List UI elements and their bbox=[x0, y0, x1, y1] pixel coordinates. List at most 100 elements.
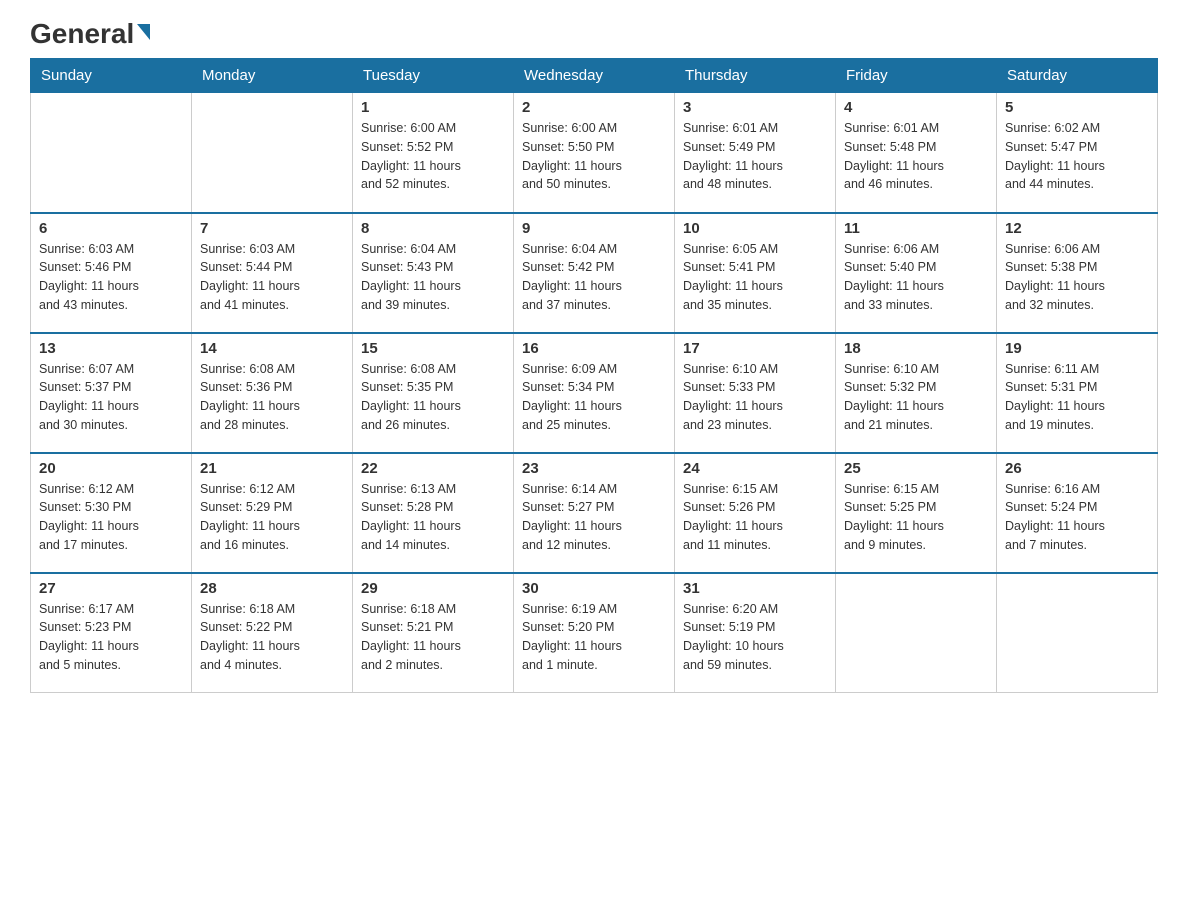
calendar-cell: 30 Sunrise: 6:19 AM Sunset: 5:20 PM Dayli… bbox=[514, 573, 675, 693]
calendar-cell: 15 Sunrise: 6:08 AM Sunset: 5:35 PM Dayli… bbox=[353, 333, 514, 453]
day-info: Sunrise: 6:08 AM Sunset: 5:35 PM Dayligh… bbox=[361, 360, 505, 435]
day-of-week-header: Monday bbox=[192, 59, 353, 93]
calendar-cell: 21 Sunrise: 6:12 AM Sunset: 5:29 PM Dayli… bbox=[192, 453, 353, 573]
calendar-cell: 19Sunrise: 6:11 AM Sunset: 5:31 PM Dayli… bbox=[997, 333, 1158, 453]
calendar-cell: 12 Sunrise: 6:06 AM Sunset: 5:38 PM Dayli… bbox=[997, 213, 1158, 333]
day-info: Sunrise: 6:13 AM Sunset: 5:28 PM Dayligh… bbox=[361, 480, 505, 555]
day-number: 15 bbox=[361, 340, 505, 357]
day-of-week-header: Thursday bbox=[675, 59, 836, 93]
day-number: 4 bbox=[844, 99, 988, 116]
calendar-cell: 5Sunrise: 6:02 AM Sunset: 5:47 PM Daylig… bbox=[997, 93, 1158, 213]
day-info: Sunrise: 6:18 AM Sunset: 5:21 PM Dayligh… bbox=[361, 600, 505, 675]
day-info: Sunrise: 6:01 AM Sunset: 5:48 PM Dayligh… bbox=[844, 119, 988, 194]
calendar-cell bbox=[997, 573, 1158, 693]
calendar-cell: 9 Sunrise: 6:04 AM Sunset: 5:42 PM Daylig… bbox=[514, 213, 675, 333]
calendar-cell: 7Sunrise: 6:03 AM Sunset: 5:44 PM Daylig… bbox=[192, 213, 353, 333]
calendar-cell: 27 Sunrise: 6:17 AM Sunset: 5:23 PM Dayli… bbox=[31, 573, 192, 693]
logo-line1: General bbox=[30, 20, 150, 48]
calendar-cell: 23 Sunrise: 6:14 AM Sunset: 5:27 PM Dayli… bbox=[514, 453, 675, 573]
calendar-header-row: SundayMondayTuesdayWednesdayThursdayFrid… bbox=[31, 59, 1158, 93]
calendar-cell: 14 Sunrise: 6:08 AM Sunset: 5:36 PM Dayli… bbox=[192, 333, 353, 453]
day-info: Sunrise: 6:06 AM Sunset: 5:38 PM Dayligh… bbox=[1005, 240, 1149, 315]
day-number: 3 bbox=[683, 99, 827, 116]
day-number: 17 bbox=[683, 340, 827, 357]
day-number: 24 bbox=[683, 460, 827, 477]
day-number: 8 bbox=[361, 220, 505, 237]
calendar-cell: 28 Sunrise: 6:18 AM Sunset: 5:22 PM Dayli… bbox=[192, 573, 353, 693]
day-info: Sunrise: 6:00 AM Sunset: 5:50 PM Dayligh… bbox=[522, 119, 666, 194]
day-number: 11 bbox=[844, 220, 988, 237]
calendar-cell bbox=[836, 573, 997, 693]
day-info: Sunrise: 6:10 AM Sunset: 5:32 PM Dayligh… bbox=[844, 360, 988, 435]
day-number: 20 bbox=[39, 460, 183, 477]
day-info: Sunrise: 6:00 AM Sunset: 5:52 PM Dayligh… bbox=[361, 119, 505, 194]
day-number: 23 bbox=[522, 460, 666, 477]
day-info: Sunrise: 6:10 AM Sunset: 5:33 PM Dayligh… bbox=[683, 360, 827, 435]
day-info: Sunrise: 6:07 AM Sunset: 5:37 PM Dayligh… bbox=[39, 360, 183, 435]
calendar-table: SundayMondayTuesdayWednesdayThursdayFrid… bbox=[30, 58, 1158, 693]
day-number: 12 bbox=[1005, 220, 1149, 237]
day-info: Sunrise: 6:17 AM Sunset: 5:23 PM Dayligh… bbox=[39, 600, 183, 675]
day-info: Sunrise: 6:11 AM Sunset: 5:31 PM Dayligh… bbox=[1005, 360, 1149, 435]
day-of-week-header: Wednesday bbox=[514, 59, 675, 93]
day-number: 16 bbox=[522, 340, 666, 357]
calendar-cell: 24 Sunrise: 6:15 AM Sunset: 5:26 PM Dayli… bbox=[675, 453, 836, 573]
day-info: Sunrise: 6:15 AM Sunset: 5:26 PM Dayligh… bbox=[683, 480, 827, 555]
calendar-cell: 20Sunrise: 6:12 AM Sunset: 5:30 PM Dayli… bbox=[31, 453, 192, 573]
calendar-cell: 31 Sunrise: 6:20 AM Sunset: 5:19 PM Dayli… bbox=[675, 573, 836, 693]
calendar-cell: 13 Sunrise: 6:07 AM Sunset: 5:37 PM Dayli… bbox=[31, 333, 192, 453]
page-header: General bbox=[30, 20, 1158, 48]
calendar-cell: 1 Sunrise: 6:00 AM Sunset: 5:52 PM Daylig… bbox=[353, 93, 514, 213]
day-of-week-header: Friday bbox=[836, 59, 997, 93]
logo: General bbox=[30, 20, 150, 48]
day-info: Sunrise: 6:14 AM Sunset: 5:27 PM Dayligh… bbox=[522, 480, 666, 555]
calendar-cell: 2 Sunrise: 6:00 AM Sunset: 5:50 PM Daylig… bbox=[514, 93, 675, 213]
calendar-cell: 22 Sunrise: 6:13 AM Sunset: 5:28 PM Dayli… bbox=[353, 453, 514, 573]
day-number: 30 bbox=[522, 580, 666, 597]
day-number: 2 bbox=[522, 99, 666, 116]
day-info: Sunrise: 6:09 AM Sunset: 5:34 PM Dayligh… bbox=[522, 360, 666, 435]
day-number: 25 bbox=[844, 460, 988, 477]
calendar-week-row: 27 Sunrise: 6:17 AM Sunset: 5:23 PM Dayli… bbox=[31, 573, 1158, 693]
day-number: 21 bbox=[200, 460, 344, 477]
day-info: Sunrise: 6:08 AM Sunset: 5:36 PM Dayligh… bbox=[200, 360, 344, 435]
calendar-cell: 10Sunrise: 6:05 AM Sunset: 5:41 PM Dayli… bbox=[675, 213, 836, 333]
day-info: Sunrise: 6:03 AM Sunset: 5:46 PM Dayligh… bbox=[39, 240, 183, 315]
day-of-week-header: Saturday bbox=[997, 59, 1158, 93]
day-info: Sunrise: 6:04 AM Sunset: 5:43 PM Dayligh… bbox=[361, 240, 505, 315]
day-number: 6 bbox=[39, 220, 183, 237]
day-info: Sunrise: 6:15 AM Sunset: 5:25 PM Dayligh… bbox=[844, 480, 988, 555]
day-number: 13 bbox=[39, 340, 183, 357]
day-info: Sunrise: 6:19 AM Sunset: 5:20 PM Dayligh… bbox=[522, 600, 666, 675]
day-number: 14 bbox=[200, 340, 344, 357]
calendar-cell: 6 Sunrise: 6:03 AM Sunset: 5:46 PM Daylig… bbox=[31, 213, 192, 333]
day-number: 31 bbox=[683, 580, 827, 597]
calendar-cell bbox=[192, 93, 353, 213]
day-number: 18 bbox=[844, 340, 988, 357]
day-number: 22 bbox=[361, 460, 505, 477]
day-number: 27 bbox=[39, 580, 183, 597]
calendar-cell: 29Sunrise: 6:18 AM Sunset: 5:21 PM Dayli… bbox=[353, 573, 514, 693]
day-info: Sunrise: 6:16 AM Sunset: 5:24 PM Dayligh… bbox=[1005, 480, 1149, 555]
day-number: 1 bbox=[361, 99, 505, 116]
day-info: Sunrise: 6:04 AM Sunset: 5:42 PM Dayligh… bbox=[522, 240, 666, 315]
day-number: 26 bbox=[1005, 460, 1149, 477]
day-info: Sunrise: 6:20 AM Sunset: 5:19 PM Dayligh… bbox=[683, 600, 827, 675]
calendar-cell: 25 Sunrise: 6:15 AM Sunset: 5:25 PM Dayli… bbox=[836, 453, 997, 573]
calendar-cell: 11Sunrise: 6:06 AM Sunset: 5:40 PM Dayli… bbox=[836, 213, 997, 333]
day-of-week-header: Sunday bbox=[31, 59, 192, 93]
calendar-cell: 17 Sunrise: 6:10 AM Sunset: 5:33 PM Dayli… bbox=[675, 333, 836, 453]
calendar-cell: 8 Sunrise: 6:04 AM Sunset: 5:43 PM Daylig… bbox=[353, 213, 514, 333]
calendar-cell: 4 Sunrise: 6:01 AM Sunset: 5:48 PM Daylig… bbox=[836, 93, 997, 213]
calendar-cell: 16 Sunrise: 6:09 AM Sunset: 5:34 PM Dayli… bbox=[514, 333, 675, 453]
day-number: 7 bbox=[200, 220, 344, 237]
day-info: Sunrise: 6:12 AM Sunset: 5:29 PM Dayligh… bbox=[200, 480, 344, 555]
day-info: Sunrise: 6:01 AM Sunset: 5:49 PM Dayligh… bbox=[683, 119, 827, 194]
day-of-week-header: Tuesday bbox=[353, 59, 514, 93]
day-number: 5 bbox=[1005, 99, 1149, 116]
calendar-cell: 18 Sunrise: 6:10 AM Sunset: 5:32 PM Dayli… bbox=[836, 333, 997, 453]
day-number: 9 bbox=[522, 220, 666, 237]
day-info: Sunrise: 6:05 AM Sunset: 5:41 PM Dayligh… bbox=[683, 240, 827, 315]
day-info: Sunrise: 6:18 AM Sunset: 5:22 PM Dayligh… bbox=[200, 600, 344, 675]
day-number: 28 bbox=[200, 580, 344, 597]
